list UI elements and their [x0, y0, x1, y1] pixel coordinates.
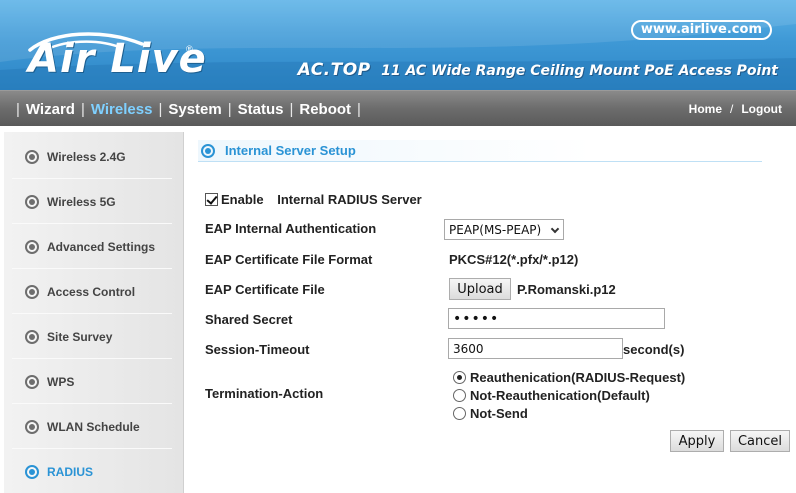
nav-separator: | — [158, 100, 163, 118]
radio-bullet-icon — [25, 149, 39, 164]
chevron-down-icon — [550, 224, 560, 234]
sidebar-item-radius[interactable]: RADIUS — [4, 449, 184, 493]
enable-label: Enable — [221, 192, 264, 207]
sidebar: Wireless 2.4G Wireless 5G Advanced Setti… — [4, 132, 184, 493]
nav-item-wizard[interactable]: Wizard — [26, 101, 75, 118]
sidebar-item-label: Site Survey — [47, 329, 113, 344]
sidebar-item-label: Advanced Settings — [47, 239, 156, 254]
shared-secret-masked-value: ••••• — [453, 310, 500, 327]
cert-file-label: EAP Certificate File — [205, 282, 325, 297]
radio-bullet-icon — [25, 194, 39, 209]
sidebar-item-label: WLAN Schedule — [47, 419, 140, 434]
sidebar-item-access-control[interactable]: Access Control — [4, 269, 184, 314]
sidebar-item-label: WPS — [47, 374, 75, 389]
radio-bullet-icon — [25, 329, 39, 344]
nav-item-wireless[interactable]: Wireless — [91, 101, 153, 118]
site-url-badge[interactable]: www.airlive.com — [630, 20, 772, 40]
nav-item-status[interactable]: Status — [238, 101, 284, 118]
termination-option-label: Not-Send — [470, 406, 528, 421]
radio-bullet-icon — [25, 464, 39, 479]
nav-separator: | — [16, 100, 20, 118]
main-nav: | Wizard | Wireless | System | Status | … — [10, 91, 367, 127]
eap-auth-select[interactable]: PEAP(MS-PEAP) — [444, 219, 564, 240]
sidebar-item-label: Wireless 2.4G — [47, 149, 126, 164]
sidebar-item-site-survey[interactable]: Site Survey — [4, 314, 184, 359]
section-title: Internal Server Setup — [225, 143, 356, 158]
nav-separator: | — [227, 100, 232, 118]
sidebar-item-wlan-schedule[interactable]: WLAN Schedule — [4, 404, 184, 449]
radio-bullet-icon — [25, 374, 39, 389]
nav-separator: | — [289, 100, 294, 118]
sidebar-item-label: RADIUS — [47, 464, 94, 479]
sidebar-item-advanced-settings[interactable]: Advanced Settings — [4, 224, 184, 269]
shared-secret-label: Shared Secret — [205, 312, 293, 327]
nav-logout-link[interactable]: Logout — [741, 102, 782, 116]
radio-button-icon[interactable] — [453, 389, 466, 402]
radio-bullet-icon — [25, 239, 39, 254]
cancel-button[interactable]: Cancel — [730, 430, 790, 452]
nav-slash: / — [730, 102, 734, 116]
enable-suffix-label: Internal RADIUS Server — [277, 192, 422, 207]
upload-button[interactable]: Upload — [449, 278, 511, 300]
sidebar-item-wps[interactable]: WPS — [4, 359, 184, 404]
top-nav-bar: | Wizard | Wireless | System | Status | … — [0, 90, 796, 126]
session-timeout-value: 3600 — [453, 341, 484, 356]
brand-logo-text: Air Live — [28, 36, 207, 82]
nav-separator: | — [80, 100, 85, 118]
termination-option-label: Reauthenication(RADIUS-Request) — [470, 370, 686, 385]
sidebar-item-label: Access Control — [47, 284, 136, 299]
radio-button-icon[interactable] — [453, 371, 466, 384]
section-bullet-icon — [201, 143, 215, 158]
enable-checkbox[interactable] — [205, 193, 218, 206]
nav-home-link[interactable]: Home — [689, 102, 722, 116]
eap-auth-selected-value: PEAP(MS-PEAP) — [449, 222, 542, 237]
section-header: Internal Server Setup — [198, 140, 762, 162]
cert-format-label: EAP Certificate File Format — [205, 252, 373, 267]
header-banner: Air Live ® www.airlive.com AC.TOP 11 AC … — [0, 0, 796, 90]
sidebar-item-wireless-24g[interactable]: Wireless 2.4G — [4, 134, 184, 179]
apply-button[interactable]: Apply — [670, 430, 724, 452]
termination-option-not-reauth[interactable]: Not-Reauthenication(Default) — [453, 388, 650, 403]
model-description: 11 AC Wide Range Ceiling Mount PoE Acces… — [381, 63, 778, 79]
sidebar-item-label: Wireless 5G — [47, 194, 116, 209]
nav-separator: | — [357, 100, 361, 118]
cert-file-name: P.Romanski.p12 — [517, 282, 616, 297]
radio-button-icon[interactable] — [453, 407, 466, 420]
radio-bullet-icon — [25, 284, 39, 299]
account-nav: Home / Logout — [689, 91, 782, 127]
nav-item-reboot[interactable]: Reboot — [299, 101, 351, 118]
radio-bullet-icon — [25, 419, 39, 434]
brand-registered-mark: ® — [186, 44, 193, 54]
cert-format-value: PKCS#12(*.pfx/*.p12) — [449, 252, 579, 267]
shared-secret-input[interactable]: ••••• — [448, 308, 665, 329]
session-timeout-unit: second(s) — [623, 342, 685, 357]
termination-option-reauth[interactable]: Reauthenication(RADIUS-Request) — [453, 370, 685, 385]
session-timeout-input[interactable]: 3600 — [448, 338, 623, 359]
termination-option-label: Not-Reauthenication(Default) — [470, 388, 650, 403]
model-title: AC.TOP 11 AC Wide Range Ceiling Mount Po… — [298, 60, 778, 80]
session-timeout-label: Session-Timeout — [205, 342, 310, 357]
nav-item-system[interactable]: System — [168, 101, 221, 118]
termination-label: Termination-Action — [205, 386, 324, 401]
eap-auth-label: EAP Internal Authentication — [205, 221, 377, 236]
model-name: AC.TOP — [297, 60, 371, 80]
enable-row: Enable Internal RADIUS Server — [205, 192, 422, 207]
sidebar-item-wireless-5g[interactable]: Wireless 5G — [4, 179, 184, 224]
termination-option-not-send[interactable]: Not-Send — [453, 406, 528, 421]
